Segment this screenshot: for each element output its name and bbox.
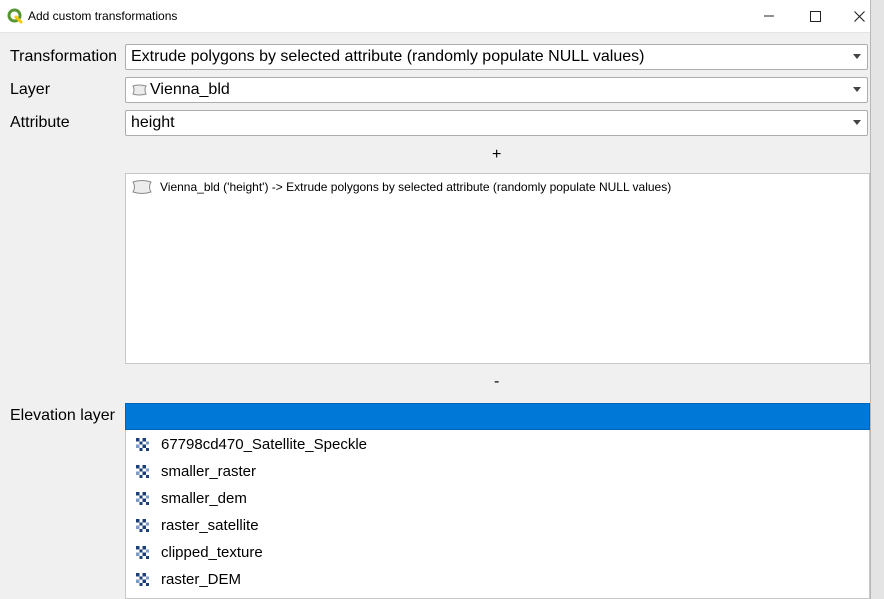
minimize-icon — [764, 15, 774, 17]
raster-layer-icon — [136, 465, 149, 478]
dropdown-option[interactable]: smaller_raster — [136, 458, 256, 485]
option-label: clipped_texture — [161, 544, 263, 561]
title-bar[interactable]: Add custom transformations — [0, 0, 870, 33]
background-panel — [869, 0, 884, 599]
raster-layer-icon — [136, 438, 149, 451]
raster-layer-icon — [136, 519, 149, 532]
option-label: 67798cd470_Satellite_Speckle — [161, 436, 367, 453]
polygon-layer-icon — [132, 180, 152, 194]
transformations-list[interactable]: Vienna_bld ('height') -> Extrude polygon… — [125, 173, 870, 364]
close-icon — [853, 10, 865, 22]
transformation-value: Extrude polygons by selected attribute (… — [131, 48, 645, 65]
close-button[interactable] — [836, 0, 882, 32]
remove-transformation-button[interactable]: - — [494, 373, 499, 391]
transformation-combo[interactable]: Extrude polygons by selected attribute (… — [125, 44, 868, 70]
add-transformation-button[interactable]: + — [492, 146, 501, 164]
layer-value: Vienna_bld — [150, 81, 230, 98]
list-item-text: Vienna_bld ('height') -> Extrude polygon… — [160, 180, 672, 194]
dropdown-option[interactable]: raster_satellite — [136, 512, 259, 539]
dropdown-option[interactable]: clipped_texture — [136, 539, 263, 566]
dropdown-option[interactable]: smaller_dem — [136, 485, 247, 512]
chevron-down-icon — [853, 54, 861, 59]
chevron-down-icon — [853, 120, 861, 125]
dropdown-option[interactable]: raster_DEM — [136, 566, 241, 593]
polygon-layer-icon — [132, 84, 147, 96]
chevron-down-icon — [853, 87, 861, 92]
attribute-combo[interactable]: height — [125, 110, 868, 136]
maximize-button[interactable] — [792, 0, 838, 32]
option-label: smaller_dem — [161, 490, 247, 507]
dropdown-option[interactable]: 67798cd470_Satellite_Speckle — [136, 431, 367, 458]
elevation-layer-combo[interactable] — [125, 403, 870, 430]
elevation-layer-dropdown: 67798cd470_Satellite_Speckle smaller_ras… — [125, 430, 870, 599]
minimize-button[interactable] — [746, 0, 792, 32]
qgis-logo-icon — [7, 8, 23, 24]
option-label: raster_satellite — [161, 517, 259, 534]
raster-layer-icon — [136, 492, 149, 505]
list-item[interactable]: Vienna_bld ('height') -> Extrude polygon… — [130, 179, 671, 195]
attribute-label: Attribute — [10, 114, 70, 131]
option-label: raster_DEM — [161, 571, 242, 588]
window-title: Add custom transformations — [28, 9, 178, 23]
raster-layer-icon — [136, 573, 149, 586]
transformation-label: Transformation — [10, 48, 117, 65]
maximize-icon — [809, 10, 821, 22]
layer-label: Layer — [10, 81, 51, 98]
option-label: smaller_raster — [161, 463, 257, 480]
attribute-value: height — [131, 114, 175, 131]
layer-combo[interactable]: Vienna_bld — [125, 77, 868, 103]
elevation-layer-label: Elevation layer — [10, 407, 115, 424]
raster-layer-icon — [136, 546, 149, 559]
